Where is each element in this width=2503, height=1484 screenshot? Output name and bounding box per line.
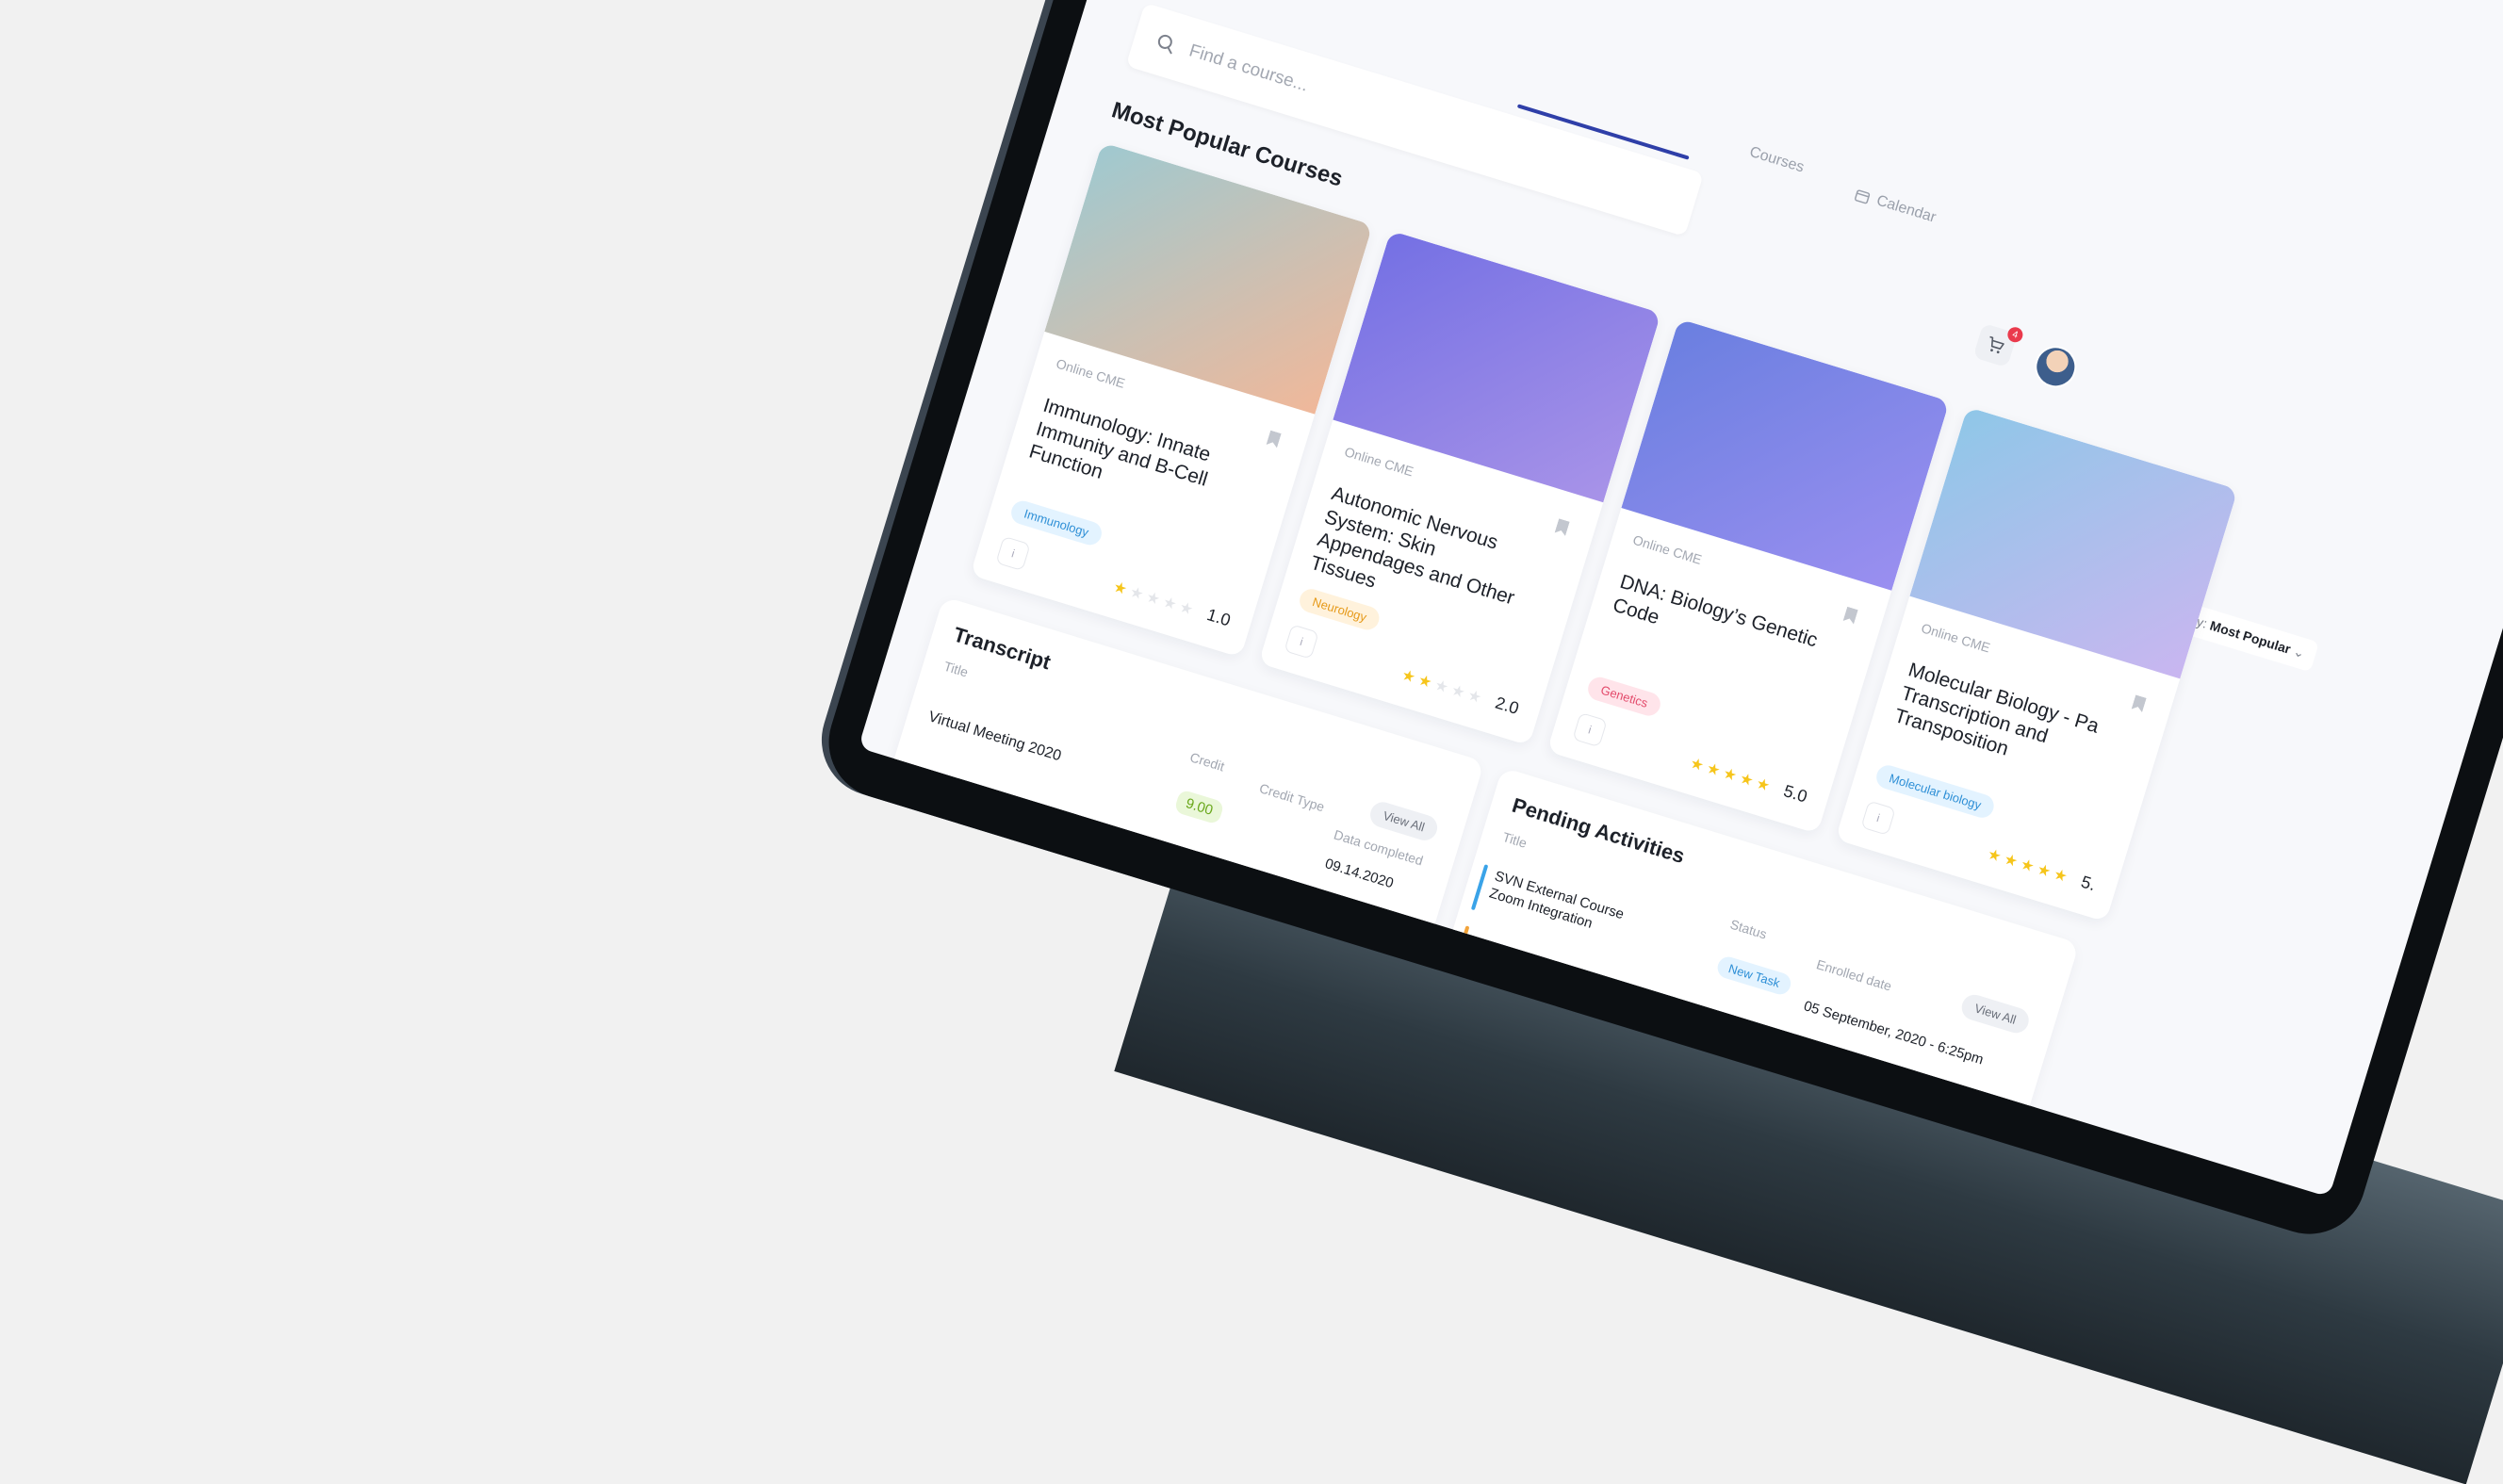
course-tag[interactable]: Immunology [1008,497,1104,548]
rating-score: 5.0 [1781,781,1810,807]
star-icon: ★ [1415,672,1434,692]
bookmark-icon[interactable] [2132,694,2147,712]
star-icon: ★ [1448,681,1467,702]
date-completed: 09.14.2020 [1322,856,1396,892]
star-icon: ★ [2052,866,2069,886]
courses-label: Courses [1747,143,1807,176]
column-credit: Credit [1187,749,1227,775]
activity-accent-bar [1454,925,1470,963]
cart-icon [1989,335,2004,354]
info-icon[interactable]: i [1284,624,1319,660]
star-icon: ★ [1144,588,1163,609]
chevron-down-icon: ⌄ [2291,643,2307,661]
star-icon: ★ [1985,845,2004,866]
transcript-row-title[interactable]: Virtual Meeting 2020 [926,709,1063,765]
star-icon: ★ [2002,851,2020,871]
status-badge: New Task [1714,954,1794,998]
star-icon: ★ [1737,770,1756,790]
column-enrolled-date: Enrolled date [1814,956,1894,994]
search-icon [1157,34,1172,55]
star-icon: ★ [1399,666,1417,687]
star-icon: ★ [1432,677,1451,696]
column-title: Title [941,658,971,680]
user-avatar[interactable] [2029,340,2082,393]
info-icon[interactable]: i [1860,800,1896,836]
cart-count-badge: 4 [2005,325,2025,345]
column-credit-type: Credit Type [1257,780,1327,815]
tab-courses[interactable]: Courses [1747,144,1806,177]
column-title: Title [1500,828,1530,851]
pending-activities-title: Pending Activities [1509,792,1688,869]
laptop-screen: Courses Calendar Find a course... 4 Most… [858,0,2503,1198]
bookmark-icon[interactable] [1843,607,1858,625]
info-icon[interactable]: i [995,535,1031,572]
course-category: Online CME [1054,355,1127,391]
course-title[interactable]: DNA: Biology’s Genetic Code [1610,570,1831,679]
star-icon: ★ [1688,755,1707,775]
course-rating: ★ ★ ★ ★ ★ 2.0 [1399,664,1521,719]
rating-score: 2.0 [1493,693,1522,719]
star-icon: ★ [1111,579,1129,598]
star-icon: ★ [1754,775,1773,795]
bookmark-icon[interactable] [1267,431,1282,448]
calendar-icon [1855,189,1871,204]
course-category: Online CME [1919,620,1992,656]
star-icon: ★ [1465,687,1484,707]
credit-value: 9.00 [1173,789,1225,825]
star-icon: ★ [2035,860,2053,881]
activity-title[interactable]: SVN External Course Zoom Integration [1487,868,1660,951]
cart-button[interactable]: 4 [1972,322,2025,368]
activity-title[interactable]: Registration Test - [1472,935,1585,984]
search-input[interactable]: Find a course... [1186,41,1310,96]
bookmark-icon[interactable] [1555,518,1570,536]
star-icon: ★ [1127,583,1146,603]
course-category: Online CME [1630,531,1704,567]
rating-score: 5. [2078,872,2099,895]
star-icon: ★ [1721,764,1740,785]
star-icon: ★ [1177,598,1196,618]
calendar-label: Calendar [1874,192,1939,226]
course-title[interactable]: Immunology: Innate Immunity and B-Cell F… [1026,394,1254,527]
enrolled-date: 05 September, 2020 - 6:25pm [1801,998,1986,1068]
rating-score: 1.0 [1204,605,1234,630]
column-status: Status [1728,916,1769,942]
activity-accent-bar [1470,864,1489,911]
info-icon[interactable]: i [1572,711,1608,748]
tab-calendar[interactable]: Calendar [1853,186,1938,226]
course-rating: ★ ★ ★ ★ ★ 1.0 [1111,577,1233,631]
star-icon: ★ [1704,759,1723,780]
course-category: Online CME [1342,444,1415,480]
course-tag[interactable]: Genetics [1585,674,1664,719]
view-all-button[interactable]: View All [1366,799,1441,844]
star-icon: ★ [1160,594,1179,613]
course-title[interactable]: Molecular Biology - Pa Transcription and… [1891,658,2119,791]
star-icon: ★ [2019,856,2037,875]
course-rating: ★ ★ ★ ★ ★ 5. [1985,843,2098,895]
course-rating: ★ ★ ★ ★ ★ 5.0 [1688,753,1809,807]
sort-value: Most Popular [2208,617,2293,657]
